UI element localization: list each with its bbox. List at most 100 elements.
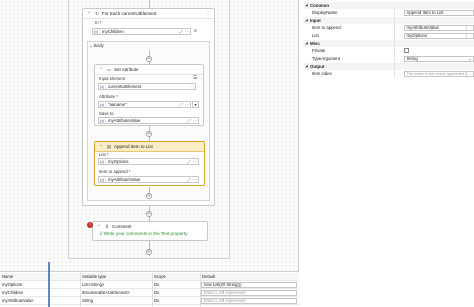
list-field[interactable]: {x} myOptions ⤢ ⋯ [98,158,199,165]
property-item-index[interactable]: Item index The index of the newly append… [303,70,474,78]
col-name-header[interactable]: Name [0,274,80,279]
property-value[interactable]: myOptions [405,33,466,38]
variable-row[interactable]: myOptions List<String> Do new List(Of St… [0,281,299,289]
add-activity-button[interactable]: + [146,56,152,62]
comment-text: // Write your comments in the Text prope… [100,231,188,236]
variable-scope[interactable]: Do [152,290,200,295]
property-value[interactable]: Append Item to List [405,10,473,15]
variable-name[interactable]: myOptions [0,282,80,287]
comment-title: Comment [112,224,132,229]
col-type-header[interactable]: Variable type [80,274,152,279]
property-name-divider[interactable] [394,9,395,78]
variable-default[interactable]: new List(Of String)() [201,281,297,288]
section-misc[interactable]: ◢ Misc [303,40,474,47]
more-icon[interactable]: ⋯ [192,177,198,182]
col-default-header[interactable]: Default [200,274,296,279]
variable-default[interactable]: Enter a VB expression [201,297,297,304]
collapse-section-icon[interactable]: ◢ [303,3,310,7]
property-list[interactable]: List myOptions… [303,32,474,40]
variable-row[interactable]: myChildren IEnumerable<UiElement> Do Ent… [0,289,299,297]
for-each-title: For Each currentUiElement [102,11,157,16]
error-indicator-icon[interactable]: ! [87,222,93,228]
variable-row[interactable]: myAttributeValue String Do Enter a VB ex… [0,297,299,305]
add-activity-button[interactable]: + [146,193,152,199]
for-each-in-field[interactable]: {x} myChildren ⤢ ⋯ [92,28,191,35]
save-to-value: myAttributeValue [108,118,141,123]
section-input[interactable]: ◢ Input [303,17,474,24]
property-type-argument[interactable]: TypeArgument String ⌄ [303,55,474,63]
type-argument-select[interactable]: String ⌄ [404,55,474,62]
attribute-field[interactable]: {x} "aaname" ⤢ ⋯ [98,101,191,108]
ellipsis-button[interactable]: … [466,25,473,30]
target-icon[interactable]: ☰ [193,75,197,81]
more-icon[interactable]: ⋯ [189,84,195,89]
variable-default[interactable]: Enter a VB expression [201,289,297,296]
ellipsis-button[interactable]: … [466,33,473,38]
variable-type[interactable]: String [80,298,152,303]
property-value: String [406,56,418,62]
variable-type[interactable]: IEnumerable<UiElement> [80,290,152,295]
expression-icon: {x} [99,102,106,107]
menu-icon[interactable]: ⋮ [205,11,211,17]
collapse-icon[interactable]: ⌃ [98,67,104,73]
property-value-box[interactable]: The index of the newly appended item… [404,70,474,77]
ellipsis-button[interactable]: … [466,71,473,76]
section-common[interactable]: ◢ Common [303,2,474,9]
property-value-box[interactable]: myAttributeValue… [404,24,474,31]
col-scope-header[interactable]: Scope [152,274,200,279]
save-to-field[interactable]: {x} myAttributeValue ⤢ ⋯ [98,117,199,124]
in-label-text: In [95,20,99,25]
add-activity-button[interactable]: + [146,249,152,255]
collapse-section-icon[interactable]: ◢ [303,41,310,45]
panel-splitter[interactable] [48,262,50,307]
chevron-down-icon[interactable]: ⌄ [467,56,473,61]
item-to-append-field[interactable]: {x} myAttributeValue ⤢ ⋯ [98,176,199,183]
collapse-icon[interactable]: ⌃ [86,11,92,17]
comment-activity[interactable]: ⌃ // Comment // Write your comments in t… [92,221,208,241]
property-value-box[interactable]: Append Item to List [404,9,474,16]
input-element-field[interactable]: {x} currentUiElement ⋯ [98,83,196,90]
for-each-list-icon[interactable]: ≡ [194,28,197,34]
property-item-to-append[interactable]: Item to append myAttributeValue… [303,24,474,32]
required-marker: * [99,20,102,25]
loop-icon: ↻ [95,10,99,16]
private-checkbox[interactable] [404,48,409,54]
expression-icon: {x} [99,177,106,182]
for-each-in-value: myChildren [102,29,124,34]
section-output-label: Output [310,63,325,69]
property-private[interactable]: Private [303,47,474,55]
property-display-name[interactable]: DisplayName Append Item to List [303,9,474,17]
more-icon[interactable]: ⋯ [192,118,198,123]
attribute-dropdown[interactable]: ▼ [192,101,199,108]
attribute-label: Attribute * [99,94,118,99]
expression-icon: {x} [99,84,106,89]
list-label-text: List [99,152,106,157]
section-misc-label: Misc [310,40,320,46]
property-value-box[interactable]: myOptions… [404,32,474,39]
add-activity-button[interactable]: + [146,211,152,217]
variable-scope[interactable]: Do [152,298,200,303]
collapse-body-icon[interactable]: ⌄ [89,43,93,48]
column-divider[interactable] [152,273,153,307]
sequence-border-bottom [68,258,230,259]
variable-scope[interactable]: Do [152,282,200,287]
more-icon[interactable]: ⋯ [184,102,190,107]
column-divider[interactable] [200,273,201,307]
item-to-append-value: myAttributeValue [108,177,141,182]
more-icon[interactable]: ⋯ [192,159,198,164]
section-output[interactable]: ◢ Output [303,63,474,70]
property-placeholder[interactable]: The index of the newly appended item [405,71,467,76]
property-value[interactable]: myAttributeValue [405,25,466,30]
column-divider[interactable] [80,273,81,307]
variable-name[interactable]: myAttributeValue [0,298,80,303]
add-activity-button[interactable]: + [146,131,152,137]
collapse-icon[interactable]: ⌃ [96,224,102,230]
variable-type[interactable]: List<String> [80,282,152,287]
collapse-section-icon[interactable]: ◢ [303,18,310,22]
body-label: ⌄ Body [89,43,104,49]
variable-name[interactable]: myChildren [0,290,80,295]
collapse-section-icon[interactable]: ◢ [303,64,310,68]
required-marker: * [106,152,109,157]
more-icon[interactable]: ⋯ [184,29,190,34]
collapse-icon[interactable]: ⌃ [98,144,104,150]
